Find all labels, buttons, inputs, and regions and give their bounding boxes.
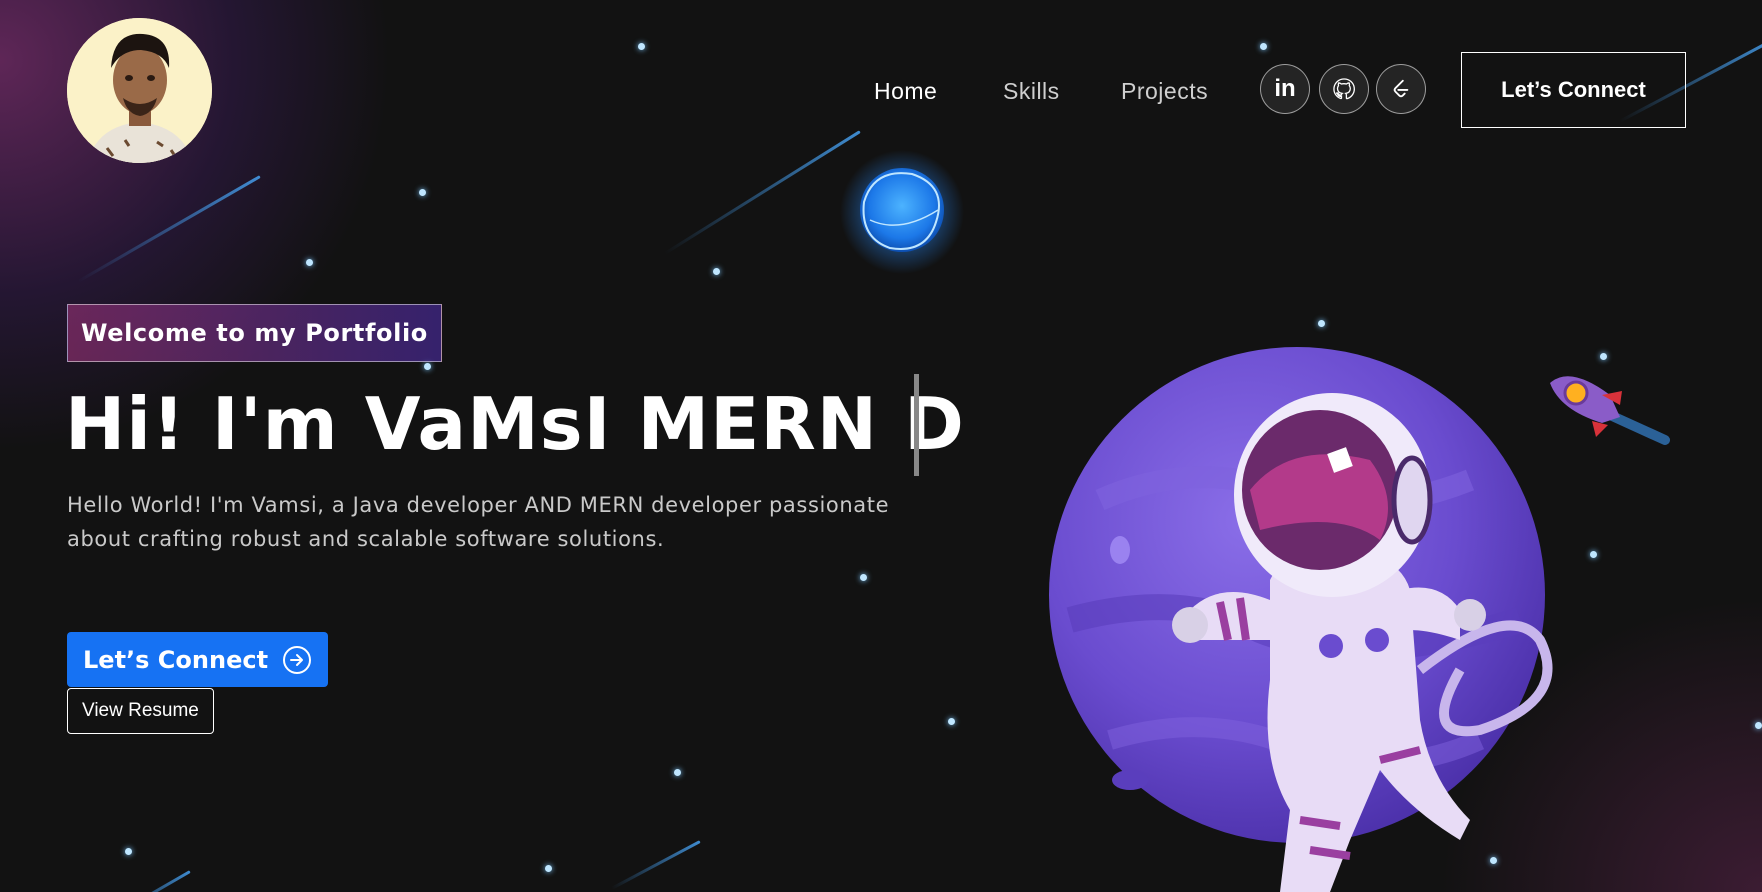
github-icon	[1333, 78, 1355, 100]
star	[424, 363, 431, 370]
welcome-tagline: Welcome to my Portfolio	[67, 304, 442, 362]
linkedin-icon: in	[1274, 75, 1296, 102]
shooting-star	[111, 870, 191, 892]
star	[1260, 43, 1267, 50]
shooting-star	[611, 840, 701, 890]
github-button[interactable]	[1319, 64, 1369, 114]
typing-cursor	[914, 374, 919, 476]
star	[419, 189, 426, 196]
leetcode-button[interactable]	[1376, 64, 1426, 114]
star	[1318, 320, 1325, 327]
star	[713, 268, 720, 275]
star	[545, 865, 552, 872]
star	[674, 769, 681, 776]
profile-avatar	[67, 18, 212, 163]
linkedin-button[interactable]: in	[1260, 64, 1310, 114]
star	[860, 574, 867, 581]
star	[638, 43, 645, 50]
leetcode-icon	[1393, 79, 1409, 98]
hero-headline: Hi! I'm VaMsI MERN D	[65, 382, 965, 466]
hero-description: Hello World! I'm Vamsi, a Java developer…	[67, 493, 890, 551]
rocket-icon	[1550, 376, 1670, 445]
star	[1755, 722, 1762, 729]
star	[948, 718, 955, 725]
nav-skills[interactable]: Skills	[1003, 78, 1060, 105]
hero-connect-button[interactable]: Let’s Connect	[67, 632, 329, 687]
arrow-right-circle-icon	[283, 645, 312, 674]
nav-home[interactable]: Home	[874, 78, 937, 105]
shooting-star	[77, 175, 261, 283]
glowing-orb-icon	[840, 150, 964, 274]
nav-projects[interactable]: Projects	[1121, 78, 1208, 105]
hero-connect-label: Let’s Connect	[83, 645, 269, 674]
view-resume-button[interactable]: View Resume	[67, 688, 214, 734]
star	[306, 259, 313, 266]
nav-connect-button[interactable]: Let’s Connect	[1461, 52, 1686, 128]
star	[125, 848, 132, 855]
avatar-portrait-icon	[67, 18, 212, 163]
